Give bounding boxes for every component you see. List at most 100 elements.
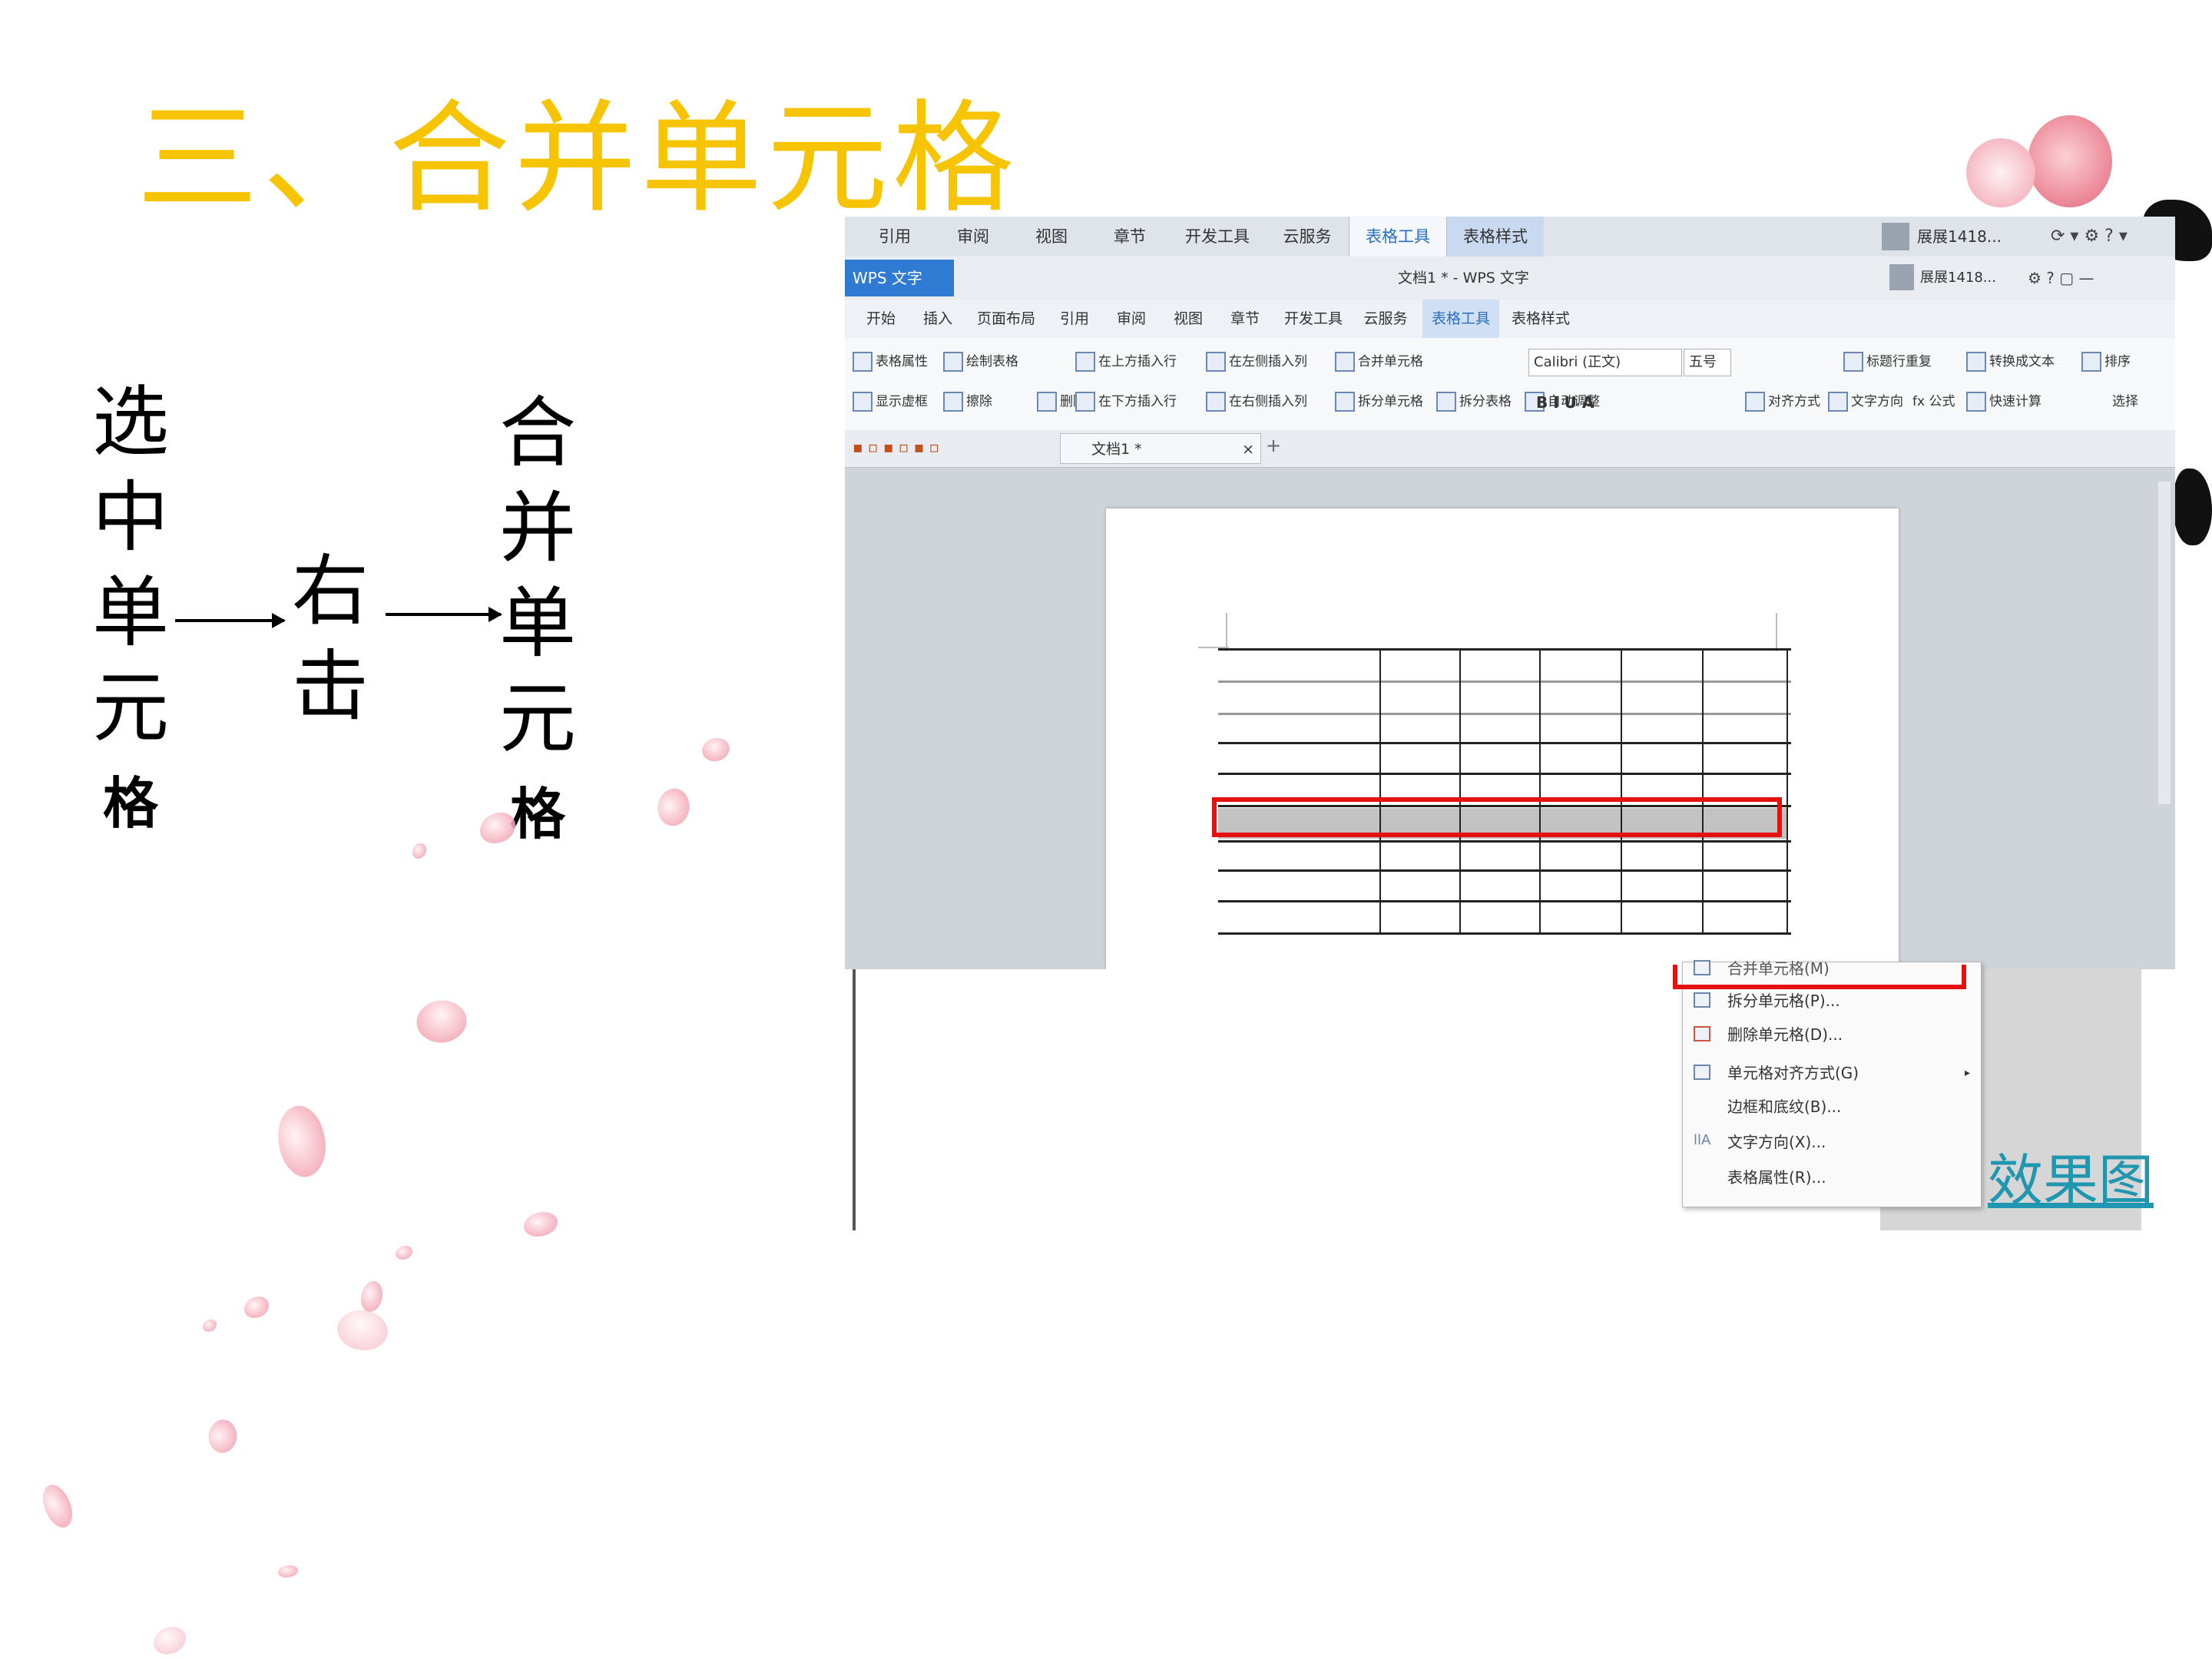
table-properties-icon bbox=[853, 352, 873, 372]
tab-chapter[interactable]: 章节 bbox=[1095, 217, 1164, 257]
button-label: 在下方插入行 bbox=[1098, 394, 1177, 409]
font-name-select[interactable]: Calibri (正文) bbox=[1528, 349, 1682, 376]
table-gridline bbox=[1459, 648, 1461, 934]
tab-table-style[interactable]: 表格样式 bbox=[1502, 300, 1579, 338]
window-controls[interactable]: ⚙ ? ▢ — bbox=[2028, 257, 2094, 300]
avatar[interactable] bbox=[1882, 223, 1909, 250]
tab-view[interactable]: 视图 bbox=[1161, 300, 1215, 338]
insert-row-above-button[interactable]: 在上方插入行 bbox=[1075, 350, 1177, 372]
tab-table-tools[interactable]: 表格工具 bbox=[1422, 300, 1499, 338]
tab-table-tools[interactable]: 表格工具 bbox=[1349, 217, 1447, 257]
petal-decoration bbox=[200, 1414, 245, 1459]
button-label: 拆分单元格 bbox=[1358, 394, 1423, 409]
tab-references[interactable]: 引用 bbox=[860, 217, 929, 257]
tab-references[interactable]: 引用 bbox=[1048, 300, 1101, 338]
tab-page-layout[interactable]: 页面布局 bbox=[968, 300, 1045, 338]
erase-button[interactable]: 擦除 bbox=[943, 390, 992, 412]
selection-highlight-box bbox=[1212, 797, 1782, 837]
effect-image-link[interactable]: 效果图 bbox=[1988, 1135, 2154, 1216]
insert-col-left-button[interactable]: 在左侧插入列 bbox=[1206, 350, 1307, 372]
tab-cloud[interactable]: 云服务 bbox=[1355, 300, 1416, 338]
tab-developer[interactable]: 开发工具 bbox=[1275, 300, 1352, 338]
window-controls[interactable]: ⟳ ▾ ⚙ ? ▾ bbox=[2051, 217, 2128, 257]
text-direction-button[interactable]: 文字方向 bbox=[1828, 390, 1903, 412]
button-label: 表格属性 bbox=[876, 354, 928, 369]
pen-icon bbox=[943, 352, 963, 372]
close-icon[interactable]: × bbox=[1242, 434, 1254, 465]
crop-mark bbox=[1226, 613, 1227, 651]
menu-item-delete-cells[interactable]: 删除单元格(D)... bbox=[1683, 1018, 1981, 1051]
eraser-icon bbox=[943, 392, 963, 412]
button-label: 显示虚框 bbox=[876, 394, 928, 409]
context-menu: 合并单元格(M) 拆分单元格(P)... 删除单元格(D)... 单元格对齐方式… bbox=[1682, 959, 1982, 1207]
quick-access-icons[interactable]: ▪ ▫ ▪ ▫ ▪ ▫ bbox=[853, 438, 939, 456]
text-direction-icon: llA bbox=[1694, 1132, 1711, 1148]
document-page[interactable] bbox=[1106, 508, 1899, 969]
table-gridline bbox=[1218, 932, 1791, 935]
sort-button[interactable]: 排序 bbox=[2081, 350, 2131, 372]
insert-col-right-button[interactable]: 在右侧插入列 bbox=[1206, 390, 1307, 412]
split-table-icon bbox=[1436, 392, 1456, 412]
tab-table-style[interactable]: 表格样式 bbox=[1447, 217, 1544, 257]
tab-home[interactable]: 开始 bbox=[854, 300, 908, 338]
chevron-right-icon: ▸ bbox=[1964, 1067, 1970, 1079]
menu-item-borders-shading[interactable]: 边框和底纹(B)... bbox=[1683, 1090, 1981, 1124]
button-label: 合并单元格 bbox=[1358, 354, 1423, 369]
tab-insert[interactable]: 插入 bbox=[911, 300, 965, 338]
menu-item-cell-alignment[interactable]: 单元格对齐方式(G) ▸ bbox=[1683, 1056, 1981, 1090]
merge-cells-button[interactable]: 合并单元格 bbox=[1335, 350, 1423, 372]
menu-item-text-direction[interactable]: llA 文字方向(X)... bbox=[1683, 1125, 1981, 1159]
table-gridline bbox=[1218, 900, 1791, 902]
split-table-button[interactable]: 拆分表格 bbox=[1436, 390, 1512, 412]
step-char: 并 bbox=[499, 483, 576, 573]
petal-decoration bbox=[278, 1565, 298, 1578]
crop-mark bbox=[1776, 613, 1777, 651]
button-label: 排序 bbox=[2104, 354, 2131, 369]
table-properties-button[interactable]: 表格属性 bbox=[853, 350, 928, 372]
menu-item-label: 表格属性(R)... bbox=[1727, 1168, 1826, 1187]
step-merge-cells: 合 并 单 元 格 bbox=[495, 386, 580, 862]
button-label: 绘制表格 bbox=[966, 354, 1018, 369]
formula-button[interactable]: fx 公式 bbox=[1912, 390, 1955, 409]
tab-view[interactable]: 视图 bbox=[1017, 217, 1086, 257]
top-tab-bar: 引用 审阅 视图 章节 开发工具 云服务 表格工具 表格样式 展展1418...… bbox=[845, 217, 2175, 257]
convert-to-text-button[interactable]: 转换成文本 bbox=[1966, 350, 2055, 372]
tab-developer[interactable]: 开发工具 bbox=[1175, 217, 1260, 257]
convert-icon bbox=[1966, 352, 1986, 372]
repeat-header-button[interactable]: 标题行重复 bbox=[1843, 350, 1932, 372]
tab-review[interactable]: 审阅 bbox=[1104, 300, 1158, 338]
new-tab-icon[interactable]: + bbox=[1266, 435, 1281, 456]
font-format-buttons[interactable]: B I U A bbox=[1536, 393, 1594, 412]
menu-item-table-properties[interactable]: 表格属性(R)... bbox=[1683, 1161, 1981, 1194]
wps-app-button[interactable]: WPS 文字 bbox=[845, 260, 954, 296]
table-gridline bbox=[1218, 680, 1791, 683]
user-name[interactable]: 展展1418... bbox=[1917, 217, 2002, 257]
user-name[interactable]: 展展1418... bbox=[1920, 257, 1996, 300]
show-gridlines-button[interactable]: 显示虚框 bbox=[853, 390, 928, 412]
tab-cloud[interactable]: 云服务 bbox=[1269, 217, 1346, 257]
align-button[interactable]: 对齐方式 bbox=[1745, 390, 1820, 412]
font-size-select[interactable]: 五号 bbox=[1684, 349, 1731, 376]
petal-decoration bbox=[267, 1100, 336, 1183]
window-edge bbox=[853, 969, 856, 1230]
button-label: 选择 bbox=[2112, 394, 2138, 409]
split-cells-button[interactable]: 拆分单元格 bbox=[1335, 390, 1423, 412]
tab-chapter[interactable]: 章节 bbox=[1218, 300, 1272, 338]
step-select-cells: 选 中 单 元 格 bbox=[88, 375, 173, 851]
scrollbar[interactable] bbox=[2158, 482, 2171, 804]
insert-row-below-button[interactable]: 在下方插入行 bbox=[1075, 390, 1177, 412]
avatar[interactable] bbox=[1889, 264, 1914, 290]
menu-item-label: 边框和底纹(B)... bbox=[1727, 1098, 1842, 1116]
button-label: fx 公式 bbox=[1912, 394, 1955, 409]
document-tab-label: 文档1 * bbox=[1091, 441, 1142, 458]
document-tab[interactable]: 文档1 * × bbox=[1060, 433, 1261, 464]
button-label: 对齐方式 bbox=[1768, 394, 1820, 409]
quick-calc-button[interactable]: 快速计算 bbox=[1966, 390, 2041, 412]
ribbon-toolbar: 表格属性 显示虚框 绘制表格 擦除 删除 在上方插入行 在下方插入行 在左侧插入… bbox=[845, 338, 2175, 431]
tab-review[interactable]: 审阅 bbox=[939, 217, 1008, 257]
document-tab-bar: ▪ ▫ ▪ ▫ ▪ ▫ 文档1 * × + bbox=[845, 430, 2175, 468]
petal-decoration bbox=[244, 1296, 269, 1318]
select-button[interactable]: 选择 bbox=[2112, 390, 2138, 409]
button-label: 在右侧插入列 bbox=[1229, 394, 1307, 409]
draw-table-button[interactable]: 绘制表格 bbox=[943, 350, 1018, 372]
